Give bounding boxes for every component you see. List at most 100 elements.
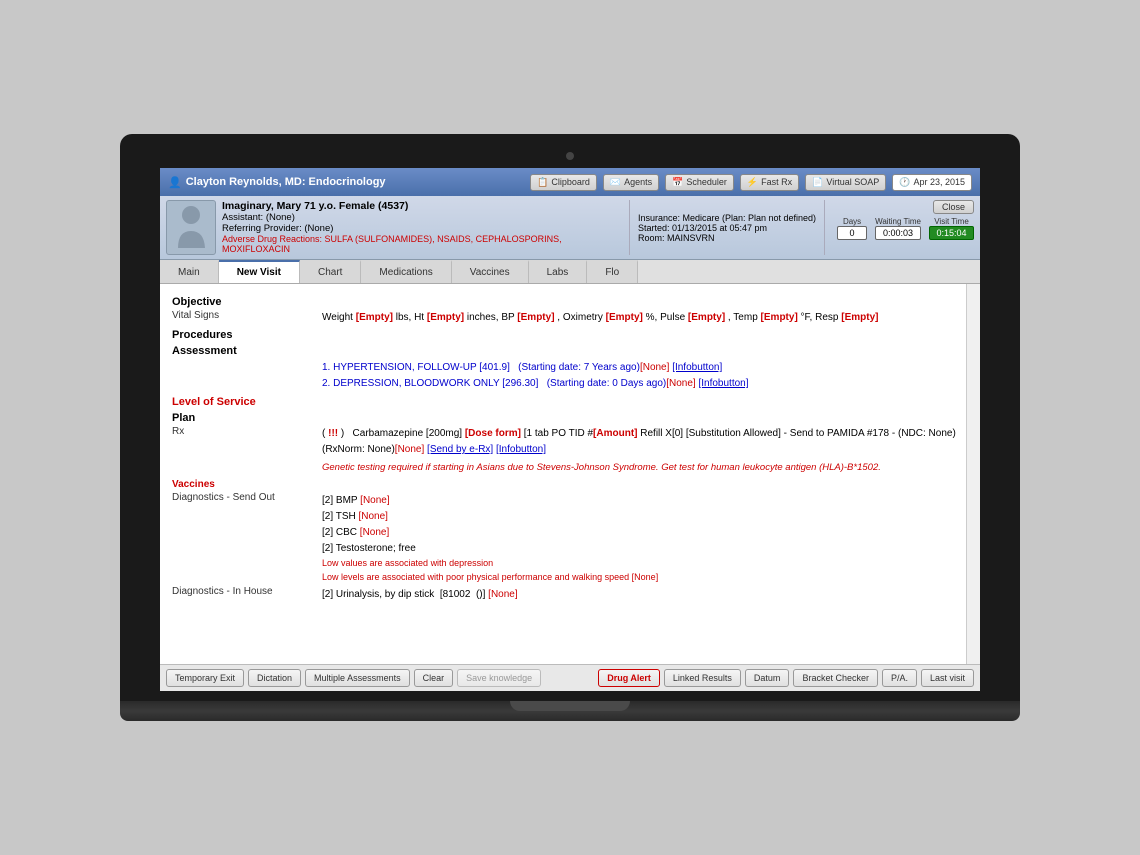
- assessment-content: 1. HYPERTENSION, FOLLOW-UP [401.9] (Star…: [322, 359, 968, 392]
- assessment-item-1: 1. HYPERTENSION, FOLLOW-UP [401.9] (Star…: [322, 360, 968, 375]
- diag-urinalysis: [2] Urinalysis, by dip stick [81002 ()] …: [322, 587, 968, 602]
- scheduler-icon: 📅: [672, 177, 683, 188]
- tab-chart[interactable]: Chart: [300, 260, 361, 283]
- bracket-checker-button[interactable]: Bracket Checker: [793, 669, 878, 687]
- testosterone-note-2: Low levels are associated with poor phys…: [322, 571, 968, 585]
- top-bar: 👤 Clayton Reynolds, MD: Endocrinology 📋 …: [160, 168, 980, 196]
- started-info: Started: 01/13/2015 at 05:47 pm: [638, 223, 816, 233]
- provider-label: 👤 Clayton Reynolds, MD: Endocrinology: [168, 176, 386, 189]
- vital-signs-label: Vital Signs: [172, 310, 322, 321]
- save-knowledge-button[interactable]: Save knowledge: [457, 669, 541, 687]
- virtual-soap-icon: 📄: [812, 177, 823, 188]
- fast-rx-button[interactable]: ⚡ Fast Rx: [740, 174, 799, 191]
- close-button[interactable]: Close: [933, 200, 974, 214]
- patient-center-info: Insurance: Medicare (Plan: Plan not defi…: [629, 200, 825, 255]
- days-value: 0: [837, 226, 867, 240]
- plan-title: Plan: [172, 412, 968, 424]
- multiple-assessments-button[interactable]: Multiple Assessments: [305, 669, 410, 687]
- tab-medications[interactable]: Medications: [361, 260, 451, 283]
- patient-assistant: Assistant: (None): [222, 212, 623, 223]
- datum-button[interactable]: Datum: [745, 669, 790, 687]
- fast-rx-icon: ⚡: [747, 177, 758, 188]
- diagnostics-send-label: Diagnostics - Send Out: [172, 492, 322, 503]
- vital-signs-row: Vital Signs Weight [Empty] lbs, Ht [Empt…: [172, 310, 968, 325]
- agents-icon: ✉️: [610, 177, 621, 188]
- diagnostics-send-row: Diagnostics - Send Out [2] BMP [None] [2…: [172, 492, 968, 584]
- diag-bmp: [2] BMP [None]: [322, 493, 968, 508]
- clipboard-button[interactable]: 📋 Clipboard: [530, 174, 597, 191]
- room-info: Room: MAINSVRN: [638, 233, 816, 243]
- laptop-frame: 👤 Clayton Reynolds, MD: Endocrinology 📋 …: [120, 134, 1020, 721]
- days-label: Days: [837, 217, 867, 226]
- patient-name: Imaginary, Mary 71 y.o. Female (4537): [222, 200, 623, 212]
- diag-testosterone: [2] Testosterone; free: [322, 541, 968, 556]
- objective-title: Objective: [172, 296, 968, 308]
- diagnostics-house-row: Diagnostics - In House [2] Urinalysis, b…: [172, 586, 968, 603]
- laptop-hinge: [510, 701, 630, 711]
- diag-tsh: [2] TSH [None]: [322, 509, 968, 524]
- waiting-value: 0:00:03: [875, 226, 921, 240]
- drug-alert-button[interactable]: Drug Alert: [598, 669, 660, 687]
- vaccines-label: Vaccines: [172, 479, 968, 490]
- provider-icon: 👤: [168, 176, 182, 189]
- linked-results-button[interactable]: Linked Results: [664, 669, 741, 687]
- rx-warning: Genetic testing required if starting in …: [322, 460, 968, 475]
- tab-labs[interactable]: Labs: [529, 260, 588, 283]
- visit-value: 0:15:04: [929, 226, 974, 240]
- clipboard-icon: 📋: [537, 177, 548, 188]
- clock-icon: 🕐: [899, 177, 910, 188]
- assessment-item-2: 2. DEPRESSION, BLOODWORK ONLY [296.30] (…: [322, 376, 968, 391]
- top-bar-actions: 📋 Clipboard ✉️ Agents 📅 Scheduler ⚡ Fast…: [530, 174, 972, 191]
- dictation-button[interactable]: Dictation: [248, 669, 301, 687]
- days-column: Days 0: [837, 217, 867, 240]
- laptop-base: [120, 701, 1020, 721]
- tabs-row: Main New Visit Chart Medications Vaccine…: [160, 260, 980, 284]
- last-visit-button[interactable]: Last visit: [921, 669, 974, 687]
- patient-right: Close Days 0 Waiting Time 0:00:03 Visit …: [831, 200, 974, 255]
- scrollbar[interactable]: [966, 284, 980, 664]
- vital-signs-content: Weight [Empty] lbs, Ht [Empty] inches, B…: [322, 310, 968, 325]
- agents-button[interactable]: ✉️ Agents: [603, 174, 659, 191]
- diagnostics-house-label: Diagnostics - In House: [172, 586, 322, 597]
- patient-referring: Referring Provider: (None): [222, 223, 623, 234]
- screen-bezel: 👤 Clayton Reynolds, MD: Endocrinology 📋 …: [120, 134, 1020, 701]
- main-content[interactable]: Objective Vital Signs Weight [Empty] lbs…: [160, 284, 980, 664]
- virtual-soap-button[interactable]: 📄 Virtual SOAP: [805, 174, 886, 191]
- waiting-label: Waiting Time: [875, 217, 921, 226]
- time-section: Days 0 Waiting Time 0:00:03 Visit Time 0…: [837, 217, 974, 240]
- tab-vaccines[interactable]: Vaccines: [452, 260, 529, 283]
- temporary-exit-button[interactable]: Temporary Exit: [166, 669, 244, 687]
- patient-avatar: [166, 200, 216, 255]
- level-of-service: Level of Service: [172, 396, 968, 408]
- pa-button[interactable]: P/A.: [882, 669, 917, 687]
- procedures-title: Procedures: [172, 329, 968, 341]
- avatar-silhouette: [174, 203, 209, 253]
- patient-header: Imaginary, Mary 71 y.o. Female (4537) As…: [160, 196, 980, 260]
- tab-flo[interactable]: Flo: [587, 260, 638, 283]
- clear-button[interactable]: Clear: [414, 669, 454, 687]
- provider-name: Clayton Reynolds, MD: Endocrinology: [186, 176, 386, 188]
- rx-content: ( !!! ) Carbamazepine [200mg] [Dose form…: [322, 426, 968, 475]
- rx-row: Rx ( !!! ) Carbamazepine [200mg] [Dose f…: [172, 426, 968, 475]
- screen-content: 👤 Clayton Reynolds, MD: Endocrinology 📋 …: [160, 168, 980, 691]
- assessment-row: 1. HYPERTENSION, FOLLOW-UP [401.9] (Star…: [172, 359, 968, 392]
- adverse-drug-reactions: Adverse Drug Reactions: SULFA (SULFONAMI…: [222, 234, 623, 254]
- rx-label: Rx: [172, 426, 322, 437]
- assessment-title: Assessment: [172, 345, 968, 357]
- visit-label: Visit Time: [929, 217, 974, 226]
- tab-main[interactable]: Main: [160, 260, 219, 283]
- diagnostics-send-content: [2] BMP [None] [2] TSH [None] [2] CBC [N…: [322, 492, 968, 584]
- patient-info: Imaginary, Mary 71 y.o. Female (4537) As…: [222, 200, 623, 255]
- diagnostics-house-content: [2] Urinalysis, by dip stick [81002 ()] …: [322, 586, 968, 603]
- scheduler-button[interactable]: 📅 Scheduler: [665, 174, 734, 191]
- visit-column: Visit Time 0:15:04: [929, 217, 974, 240]
- tab-new-visit[interactable]: New Visit: [219, 260, 300, 283]
- camera: [566, 152, 574, 160]
- bottom-bar: Temporary Exit Dictation Multiple Assess…: [160, 664, 980, 691]
- insurance-info: Insurance: Medicare (Plan: Plan not defi…: [638, 213, 816, 223]
- waiting-column: Waiting Time 0:00:03: [875, 217, 921, 240]
- diag-cbc: [2] CBC [None]: [322, 525, 968, 540]
- rx-norm: (RxNorm: None)[None] [Send by e-Rx] [Inf…: [322, 442, 968, 458]
- date-display: 🕐 Apr 23, 2015: [892, 174, 972, 191]
- testosterone-note-1: Low values are associated with depressio…: [322, 557, 968, 571]
